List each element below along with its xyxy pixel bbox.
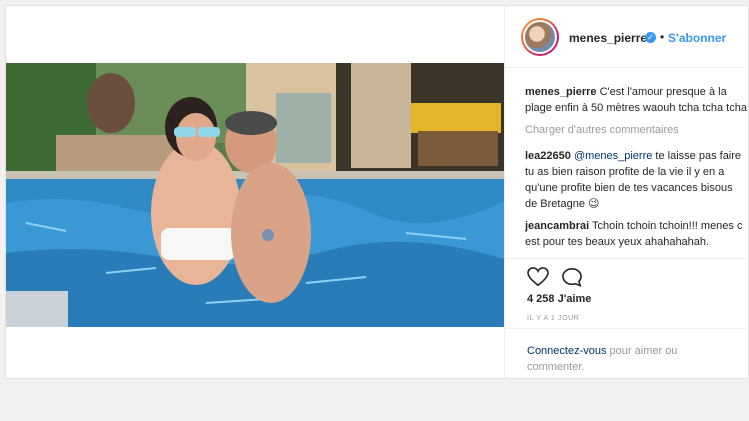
pool-photo-illustration [6, 63, 504, 327]
comment-mention[interactable]: @menes_pierre [571, 150, 652, 162]
comment-author[interactable]: jeancambrai [525, 220, 589, 232]
comment-bubble-icon[interactable] [561, 267, 583, 287]
follow-button[interactable]: S'abonner [668, 31, 726, 45]
post-photo[interactable] [6, 63, 504, 327]
comment-author[interactable]: lea22650 [525, 150, 571, 162]
comment-item: lea22650 @menes_pierre te laisse pas fai… [525, 148, 747, 212]
photo-area [6, 6, 504, 378]
post-header: menes_pierre ✓ • S'abonner [505, 6, 749, 68]
header-username[interactable]: menes_pierre [569, 31, 647, 45]
post-timestamp[interactable]: IL Y A 1 JOUR [527, 315, 579, 322]
avatar[interactable] [521, 18, 559, 56]
header-separator: • [660, 30, 665, 44]
verified-badge-icon: ✓ [645, 32, 656, 43]
heart-icon[interactable] [527, 267, 549, 287]
avatar-ring [523, 20, 557, 54]
load-more-comments-link[interactable]: Charger d'autres commentaires [525, 122, 747, 138]
likes-count[interactable]: 4 258 J'aime [527, 293, 591, 305]
post-actions: 4 258 J'aime IL Y A 1 JOUR [505, 258, 749, 329]
login-link[interactable]: Connectez-vous [527, 345, 607, 357]
comment-item: jeancambrai Tchoin tchoin tchoin!!! mene… [525, 218, 747, 250]
comments-list: menes_pierre C'est l'amour presque à la … [525, 84, 747, 256]
login-prompt: Connectez-vous pour aimer ou commenter. … [505, 328, 749, 379]
login-text: Connectez-vous pour aimer ou commenter. [527, 343, 727, 375]
post-sidebar: menes_pierre ✓ • S'abonner menes_pierre … [504, 6, 749, 378]
caption: menes_pierre C'est l'amour presque à la … [525, 84, 747, 116]
avatar-image [525, 22, 555, 52]
caption-author[interactable]: menes_pierre [525, 86, 597, 98]
instagram-post: menes_pierre ✓ • S'abonner menes_pierre … [5, 5, 749, 379]
